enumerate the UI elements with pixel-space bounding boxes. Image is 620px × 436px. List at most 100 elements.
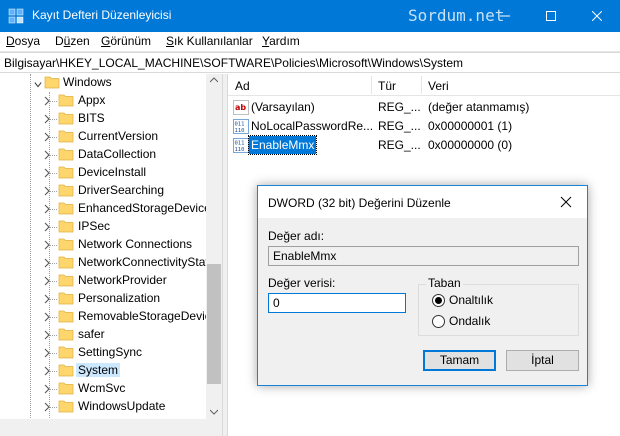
scroll-up-icon[interactable] [210,77,218,83]
chevron-right-icon[interactable] [43,366,51,376]
list-row-default[interactable]: ab (Varsayılan) REG_... (değer atanmamış… [228,98,620,117]
menu-dosya[interactable]: Dosya [6,34,40,48]
base-groupbox [418,284,579,336]
tree-node-appx[interactable]: Appx [0,92,206,110]
tree-node-windows[interactable]: Windows [0,74,206,92]
svg-text:110: 110 [235,128,245,134]
minimize-button[interactable] [482,0,528,32]
column-header-data[interactable]: Veri [428,79,449,93]
tree-node-network-connections[interactable]: Network Connections [0,236,206,254]
cancel-button[interactable]: İptal [506,350,579,371]
tree-node-bits[interactable]: BITS [0,110,206,128]
tree-node-label: DataCollection [78,147,157,161]
list-row-enablemmx[interactable]: 011 110 EnableMmx REG_... 0x00000000 (0) [228,135,620,155]
window-title: Kayıt Defteri Düzenleyicisi [32,8,172,22]
list-row-nolocalpassword[interactable]: 011 110 NoLocalPasswordRe... REG_... 0x00… [228,117,620,136]
value-name: EnableMmx [247,135,318,155]
tree-node-removablestoragedevices[interactable]: RemovableStorageDevices [0,308,222,326]
value-name: NoLocalPasswordRe... [251,119,374,133]
tree-pane[interactable]: Windows Appx BITS CurrentVersion DataCollec… [0,74,222,436]
tree-node-label: System [76,363,121,377]
chevron-right-icon[interactable] [43,168,51,178]
menu-gorunum[interactable]: Görünüm [101,34,151,48]
menu-duzen[interactable]: Düzen [55,34,90,48]
tree-node-deviceinstall[interactable]: DeviceInstall [0,164,206,182]
folder-icon [58,220,74,233]
dialog-close-icon[interactable] [558,195,574,209]
chevron-right-icon[interactable] [43,294,51,304]
radio-hex[interactable] [432,294,445,307]
chevron-right-icon[interactable] [43,258,51,268]
folder-icon [58,292,74,305]
folder-icon [58,238,74,251]
tree-node-settingsync[interactable]: SettingSync [0,344,206,362]
value-type: REG_... [378,119,421,133]
address-bar[interactable]: Bilgisayar\HKEY_LOCAL_MACHINE\SOFTWARE\P… [0,52,620,73]
dword-value-icon: 011110 [233,138,249,153]
tree-node-networkconnectivitystatusindicator[interactable]: NetworkConnectivityStatusIndicator [0,254,222,272]
folder-icon [58,256,74,269]
address-path: Bilgisayar\HKEY_LOCAL_MACHINE\SOFTWARE\P… [4,56,463,70]
tree-node-label: safer [78,327,105,341]
chevron-right-icon[interactable] [43,402,51,412]
tree-node-personalization[interactable]: Personalization [0,290,206,308]
chevron-right-icon[interactable] [43,330,51,340]
radio-hex-label[interactable]: Onaltılık [449,293,493,307]
scroll-down-icon[interactable] [210,409,218,415]
chevron-right-icon[interactable] [43,186,51,196]
tree-node-wcmsvc[interactable]: WcmSvc [0,380,206,398]
chevron-right-icon[interactable] [43,150,51,160]
chevron-right-icon[interactable] [43,114,51,124]
chevron-right-icon[interactable] [43,312,51,322]
chevron-right-icon[interactable] [43,204,51,214]
chevron-right-icon[interactable] [43,348,51,358]
list-header: Ad Tür Veri [228,74,620,96]
folder-icon [58,346,74,359]
tree-node-system[interactable]: System [0,362,206,380]
tree-horizontal-scrollbar[interactable] [0,419,222,436]
tree-node-label: RemovableStorageDevices [78,309,222,323]
maximize-icon [546,11,556,21]
chevron-right-icon[interactable] [43,96,51,106]
maximize-button[interactable] [528,0,574,32]
close-icon [592,11,602,21]
chevron-right-icon[interactable] [43,222,51,232]
svg-text:011: 011 [235,122,245,128]
tree-node-label: BITS [78,111,105,125]
dialog-title-bar: DWORD (32 bit) Değerini Düzenle [258,186,587,218]
tree-node-datacollection[interactable]: DataCollection [0,146,206,164]
folder-icon [58,400,74,413]
tree-node-currentversion[interactable]: CurrentVersion [0,128,206,146]
tree-node-safer[interactable]: safer [0,326,206,344]
folder-icon [58,166,74,179]
chevron-right-icon[interactable] [43,132,51,142]
chevron-right-icon[interactable] [43,276,51,286]
column-header-type[interactable]: Tür [378,79,396,93]
column-header-name[interactable]: Ad [235,79,250,93]
menu-sik-kullanilanlar[interactable]: Sık Kullanılanlar [166,34,253,48]
tree-node-enhancedstoragedevices[interactable]: EnhancedStorageDevices [0,200,217,218]
radio-dec-label[interactable]: Ondalık [449,314,490,328]
svg-text:110: 110 [235,147,245,153]
ok-button[interactable]: Tamam [423,350,496,371]
tree-vertical-scrollbar[interactable] [206,74,222,419]
tree-node-networkprovider[interactable]: NetworkProvider [0,272,206,290]
chevron-right-icon[interactable] [43,240,51,250]
chevron-right-icon[interactable] [43,384,51,394]
title-bar: Kayıt Defteri Düzenleyicisi Sordum.net [0,0,620,32]
folder-icon [58,112,74,125]
value-type: REG_... [378,138,421,152]
close-button[interactable] [574,0,620,32]
value-data: 0x00000001 (1) [428,119,513,133]
tree-node-windowsupdate[interactable]: WindowsUpdate [0,398,206,416]
edit-dword-dialog: DWORD (32 bit) Değerini Düzenle Değer ad… [257,185,588,386]
tree-node-ipsec[interactable]: IPSec [0,218,206,236]
value-type: REG_... [378,100,421,114]
value-name-label: Değer adı: [268,229,325,243]
menu-yardim[interactable]: Yardım [262,34,300,48]
value-data-input[interactable]: 0 [268,293,406,313]
scroll-thumb[interactable] [207,264,221,384]
tree-node-driversearching[interactable]: DriverSearching [0,182,206,200]
radio-dec[interactable] [432,315,445,328]
chevron-down-icon[interactable] [34,80,42,90]
